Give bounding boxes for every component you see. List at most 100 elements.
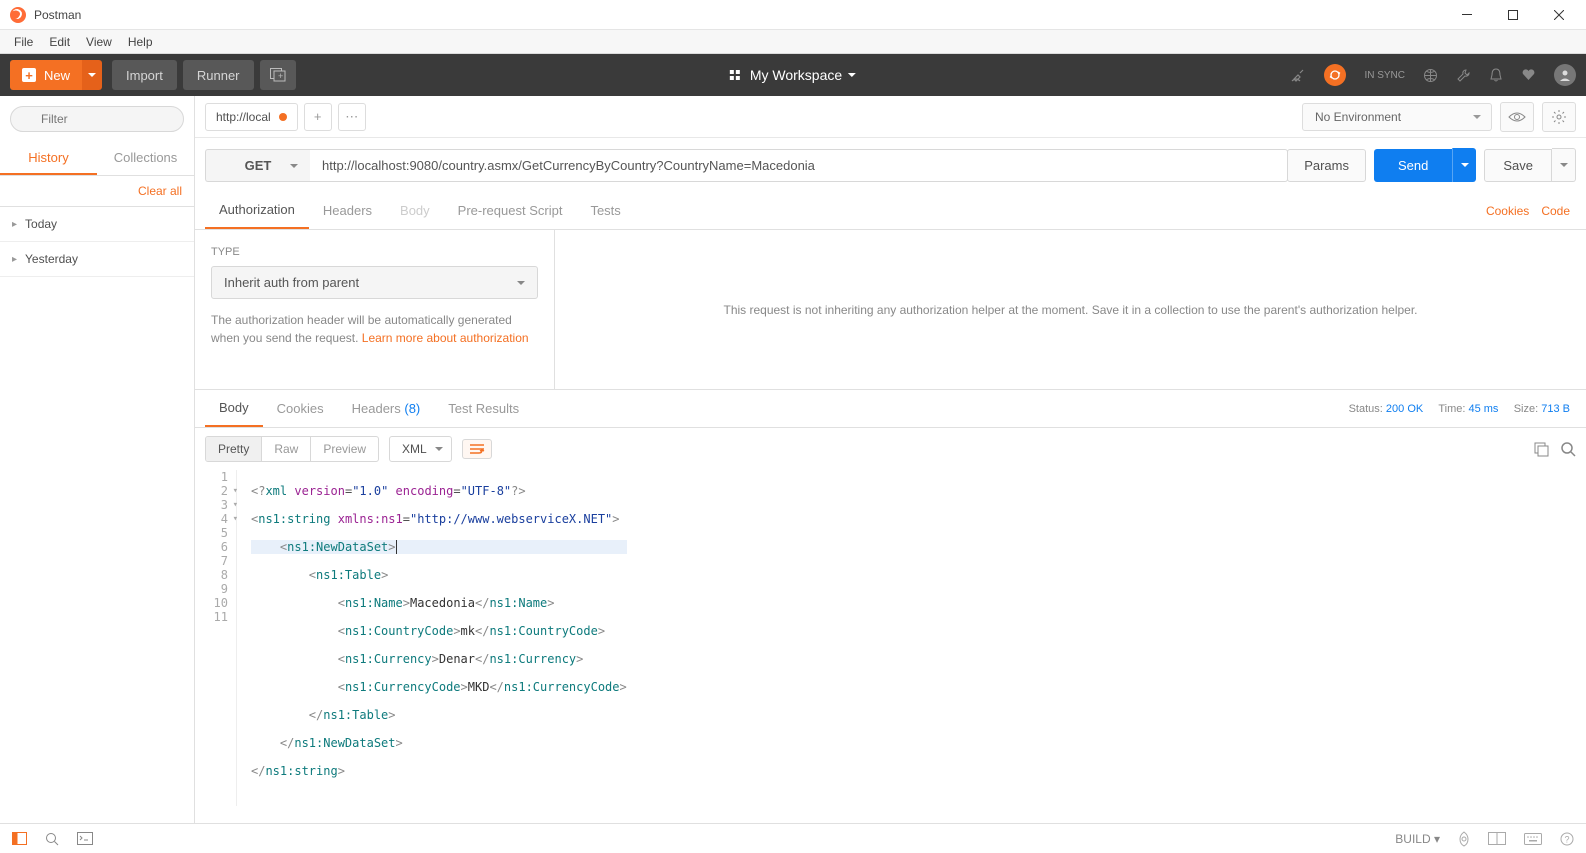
menu-help[interactable]: Help (120, 33, 161, 51)
workspace-grid-icon (730, 70, 740, 80)
code-gutter: 1234567891011 (205, 470, 237, 806)
auth-type-select[interactable]: Inherit auth from parent (211, 266, 538, 299)
save-button-dropdown[interactable] (1552, 148, 1576, 182)
method-select[interactable]: GET (205, 149, 310, 182)
auth-right: This request is not inheriting any autho… (555, 230, 1586, 389)
auth-message: This request is not inheriting any autho… (723, 303, 1417, 317)
toolbar: + New Import Runner + My Workspace IN SY… (0, 54, 1586, 96)
search-icon[interactable] (1561, 442, 1576, 457)
resptab-headers[interactable]: Headers (8) (338, 391, 435, 426)
subtab-tests[interactable]: Tests (576, 193, 634, 228)
minimize-button[interactable] (1444, 0, 1490, 30)
filter-input[interactable] (10, 106, 184, 132)
main-panel: http://local + ⋯ No Environment GET http… (195, 96, 1586, 823)
response-body[interactable]: 1234567891011 <?xml version="1.0" encodi… (195, 470, 1586, 806)
params-button[interactable]: Params (1287, 149, 1366, 182)
code-content: <?xml version="1.0" encoding="UTF-8"?> <… (237, 470, 627, 806)
menu-edit[interactable]: Edit (41, 33, 78, 51)
send-button-dropdown[interactable] (1452, 148, 1476, 182)
request-links: Cookies Code (1486, 204, 1576, 218)
runner-button[interactable]: Runner (183, 60, 254, 90)
request-tab[interactable]: http://local (205, 103, 298, 131)
new-button[interactable]: + New (10, 60, 82, 90)
resptab-body[interactable]: Body (205, 390, 263, 427)
response-size: 713 B (1541, 403, 1570, 415)
heart-icon[interactable] (1521, 68, 1536, 82)
request-tabs: http://local + ⋯ No Environment (195, 96, 1586, 138)
bootcamp-icon[interactable] (1458, 831, 1470, 847)
two-pane-icon[interactable] (1488, 832, 1506, 845)
response-toolbar-right (1534, 442, 1576, 457)
sidebar-tabs: History Collections (0, 142, 194, 176)
resptab-cookies[interactable]: Cookies (263, 391, 338, 426)
request-subtabs: Authorization Headers Body Pre-request S… (195, 192, 1586, 230)
bell-icon[interactable] (1489, 68, 1503, 83)
view-preview[interactable]: Preview (311, 437, 378, 461)
console-icon[interactable] (77, 832, 93, 845)
sidebar: History Collections Clear all Today Yest… (0, 96, 195, 823)
build-mode[interactable]: BUILD ▾ (1395, 832, 1440, 846)
code-link[interactable]: Code (1541, 204, 1570, 218)
workspace-label: My Workspace (750, 67, 842, 83)
workspace-selector[interactable]: My Workspace (730, 67, 856, 83)
auth-type-label: TYPE (211, 246, 538, 258)
view-pretty[interactable]: Pretty (206, 437, 262, 461)
clear-all-link[interactable]: Clear all (0, 176, 194, 207)
close-button[interactable] (1536, 0, 1582, 30)
cookies-link[interactable]: Cookies (1486, 204, 1529, 218)
subtab-authorization[interactable]: Authorization (205, 192, 309, 229)
new-tab-button[interactable]: + (304, 103, 332, 131)
new-window-button[interactable]: + (260, 60, 296, 90)
satellite-icon[interactable] (1290, 67, 1306, 83)
tab-collections[interactable]: Collections (97, 142, 194, 175)
request-tab-label: http://local (216, 110, 271, 124)
globe-icon[interactable] (1423, 68, 1438, 83)
view-raw[interactable]: Raw (262, 437, 311, 461)
save-button[interactable]: Save (1484, 149, 1552, 182)
history-group-yesterday[interactable]: Yesterday (0, 242, 194, 277)
url-bar: GET http://localhost:9080/country.asmx/G… (195, 138, 1586, 192)
url-input[interactable]: http://localhost:9080/country.asmx/GetCu… (310, 149, 1288, 182)
sidebar-toggle-icon[interactable] (12, 832, 27, 845)
response-time: 45 ms (1468, 403, 1498, 415)
menu-view[interactable]: View (78, 33, 120, 51)
sync-icon[interactable] (1324, 64, 1346, 86)
find-icon[interactable] (45, 832, 59, 846)
response-status: 200 OK (1386, 403, 1423, 415)
auth-description: The authorization header will be automat… (211, 311, 538, 347)
subtab-prerequest[interactable]: Pre-request Script (444, 193, 577, 228)
response-format-select[interactable]: XML (389, 436, 452, 462)
response-toolbar: Pretty Raw Preview XML (195, 428, 1586, 470)
environment-preview-button[interactable] (1500, 102, 1534, 132)
tab-history[interactable]: History (0, 142, 97, 175)
resptab-tests[interactable]: Test Results (434, 391, 533, 426)
postman-logo-icon (10, 7, 26, 23)
titlebar: Postman (0, 0, 1586, 30)
wrap-lines-button[interactable] (462, 439, 492, 459)
auth-learn-more-link[interactable]: Learn more about authorization (362, 331, 529, 345)
statusbar: BUILD ▾ ? (0, 823, 1586, 853)
send-button[interactable]: Send (1374, 149, 1452, 182)
wrench-icon[interactable] (1456, 68, 1471, 83)
new-button-dropdown[interactable] (82, 60, 102, 90)
response-info: Status: 200 OK Time: 45 ms Size: 713 B (1349, 403, 1576, 415)
unsaved-dot-icon (279, 113, 287, 121)
menu-file[interactable]: File (6, 33, 41, 51)
auth-left: TYPE Inherit auth from parent The author… (195, 230, 555, 389)
copy-icon[interactable] (1534, 442, 1549, 457)
svg-text:?: ? (1564, 834, 1569, 844)
subtab-body[interactable]: Body (386, 193, 444, 228)
help-icon[interactable]: ? (1560, 832, 1574, 846)
import-button[interactable]: Import (112, 60, 177, 90)
svg-text:+: + (278, 71, 283, 81)
subtab-headers[interactable]: Headers (309, 193, 386, 228)
history-group-today[interactable]: Today (0, 207, 194, 242)
plus-icon: + (22, 68, 36, 82)
window-controls (1444, 0, 1582, 30)
keyboard-icon[interactable] (1524, 833, 1542, 845)
environment-settings-button[interactable] (1542, 102, 1576, 132)
maximize-button[interactable] (1490, 0, 1536, 30)
environment-select[interactable]: No Environment (1302, 103, 1492, 131)
user-avatar[interactable] (1554, 64, 1576, 86)
tab-options-button[interactable]: ⋯ (338, 103, 366, 131)
